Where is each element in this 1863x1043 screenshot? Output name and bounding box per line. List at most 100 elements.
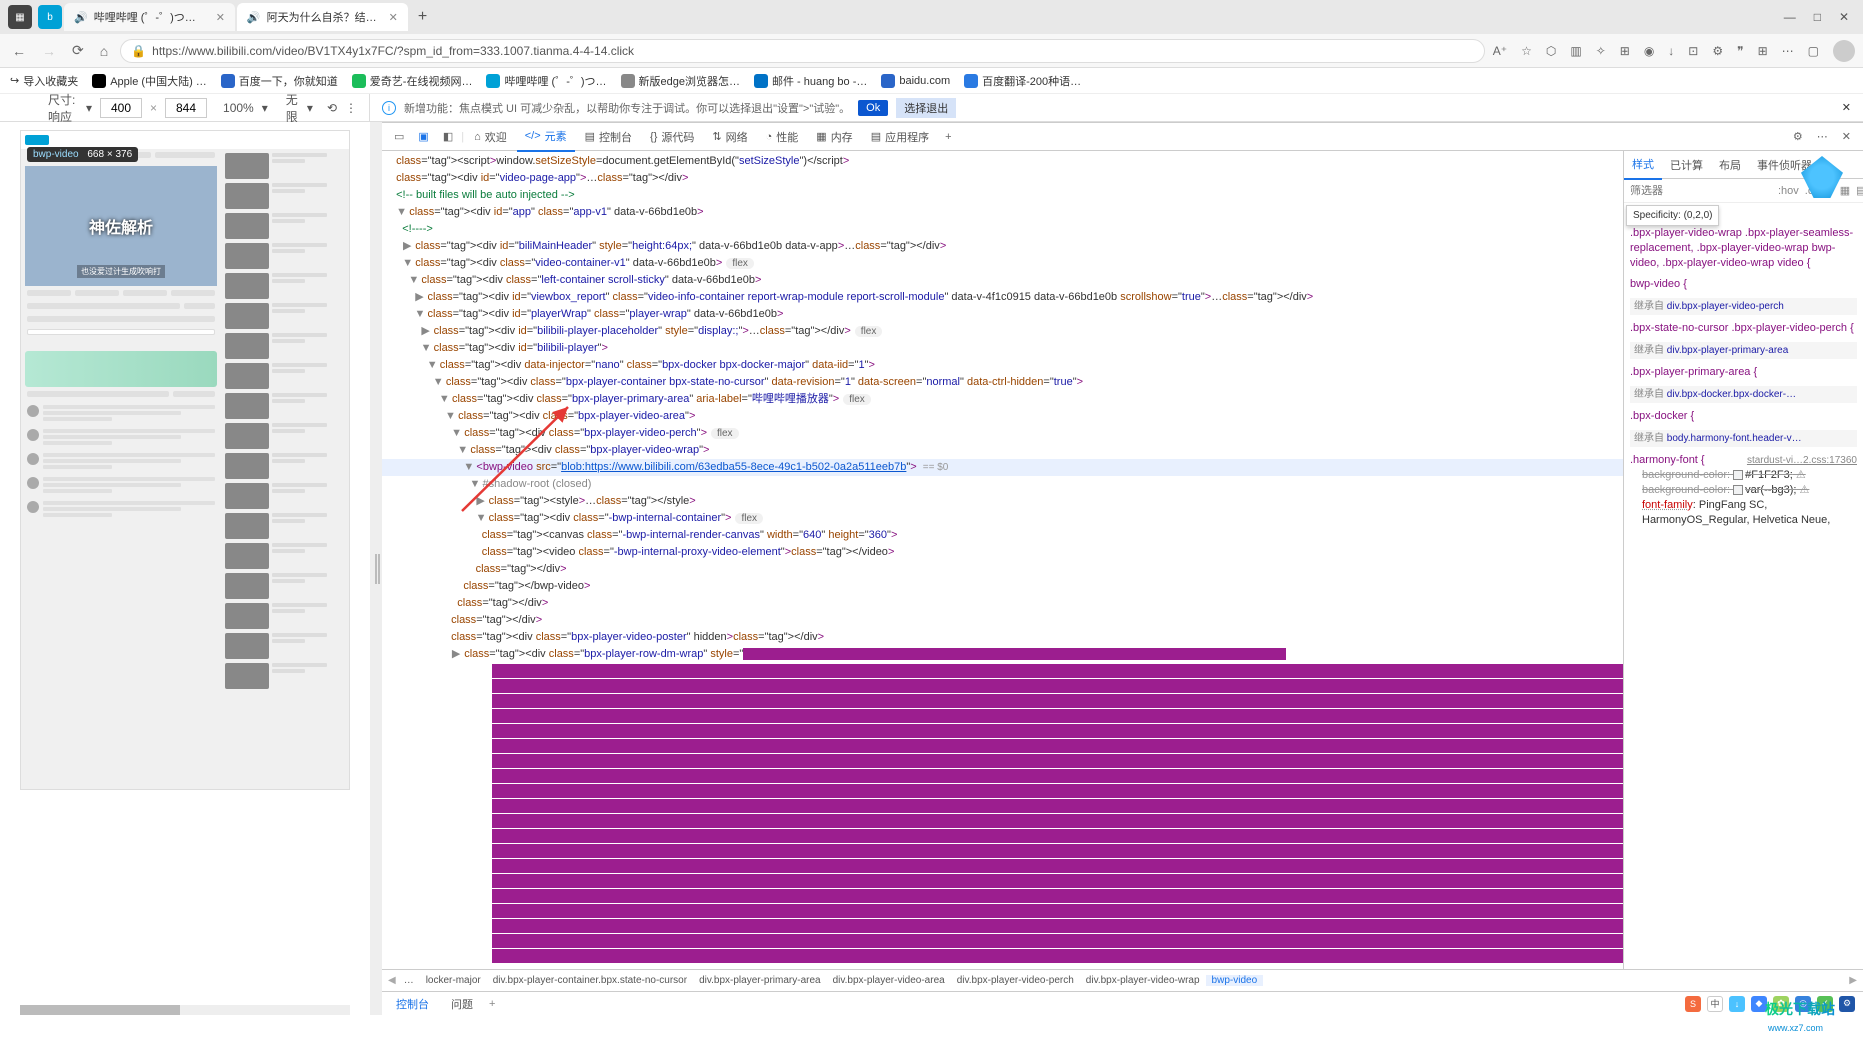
sync-icon[interactable]: ◉ [1644,44,1654,58]
styles-tab[interactable]: 样式 [1624,151,1662,180]
split-icon[interactable]: ▥ [1570,44,1581,58]
bilibili-app-icon[interactable]: b [38,5,62,29]
reco-item[interactable] [225,273,327,299]
browser-tab-active[interactable]: 🔊 阿天为什么自杀？结局你… ✕ [237,3,408,31]
favorite-icon[interactable]: ☆ [1521,44,1532,58]
shield-icon[interactable]: ⬡ [1546,44,1556,58]
elements-tree[interactable]: class="tag"><script>window.setSizeStyle=… [382,151,1623,969]
tree-node[interactable]: <!-- built files will be auto injected -… [382,187,1623,204]
rotate-icon[interactable]: ⟲ [327,101,337,115]
tray-ime-icon[interactable]: 中 [1707,996,1723,1012]
breadcrumb-item[interactable]: div.bpx-player-video-wrap [1080,975,1206,986]
window-maximize[interactable]: □ [1814,10,1821,24]
tab-welcome[interactable]: ⌂欢迎 [466,123,515,151]
home-button[interactable]: ⌂ [96,39,112,63]
breadcrumb-item[interactable]: div.bpx-player-video-area [827,975,951,986]
tree-node[interactable]: ▼ class="tag"><div class="bpx-player-vid… [382,442,1623,459]
reco-item[interactable] [225,333,327,359]
zoom-select[interactable]: 100% [223,101,254,115]
css-rule[interactable]: bwp-video {</span></div><div class="prop… [1630,277,1857,292]
tree-node[interactable]: ▶ class="tag"><style>…class="tag"></styl… [382,493,1623,510]
another-icon[interactable]: ▢ [1808,44,1819,58]
refresh-button[interactable]: ⟳ [68,38,88,63]
collections-icon[interactable]: ✧ [1596,44,1606,58]
reco-item[interactable] [225,153,327,179]
bookmark-item[interactable]: 哔哩哔哩 (゜-゜)つ… [486,73,606,89]
bookmark-item[interactable]: baidu.com [881,74,950,88]
css-rule[interactable]: 继承自 body.harmony-font.header-v… [1630,430,1857,447]
tree-node[interactable]: class="tag"><div class="bpx-player-video… [382,629,1623,646]
breadcrumb-item[interactable]: locker-major [420,975,487,986]
tree-node[interactable]: <!----> [382,221,1623,238]
close-tab-icon[interactable]: ✕ [216,11,225,24]
more-icon[interactable]: ⋯ [1811,126,1834,147]
breadcrumb-item[interactable]: … [398,975,420,986]
styles-rules[interactable]: Specificity: (0,2,0) element.style {.bpx… [1624,203,1863,969]
issues-tab[interactable]: 问题 [445,992,479,1016]
menu-icon[interactable]: ⋯ [1782,44,1794,58]
reco-item[interactable] [225,483,327,509]
reco-item[interactable] [225,393,327,419]
tree-node[interactable]: ▼ class="tag"><div id="app" class="app-v… [382,204,1623,221]
tree-node[interactable]: ▼ class="tag"><div class="left-container… [382,272,1623,289]
tree-node[interactable]: class="tag"></div> [382,595,1623,612]
tree-node[interactable]: ▶ class="tag"><div id="bilibili-player-p… [382,323,1623,340]
bc-right-icon[interactable]: ▶ [1847,975,1859,986]
css-rule[interactable]: 继承自 div.bpx-docker.bpx-docker-… [1630,386,1857,403]
profile-icon[interactable]: ▦ [8,5,32,29]
tray-icon[interactable]: S [1685,996,1701,1012]
bookmark-item[interactable]: 新版edge浏览器怎… [621,73,740,89]
reco-item[interactable] [225,663,327,689]
breadcrumb-item[interactable]: div.bpx-player-container.bpx.state-no-cu… [487,975,693,986]
tab-application[interactable]: ▤应用程序 [863,123,937,151]
extensions-icon[interactable]: ⊞ [1620,44,1630,58]
reco-item[interactable] [225,183,327,209]
preview-scrollbar[interactable] [20,1005,350,1015]
css-rule[interactable]: .bpx-state-no-cursor .bpx-player-video-p… [1630,321,1857,336]
settings-icon[interactable]: ⚙ [1787,126,1809,147]
css-rule[interactable]: .bpx-player-primary-area {</span></div><… [1630,365,1857,380]
breadcrumb-item[interactable]: div.bpx-player-video-perch [951,975,1080,986]
tray-icon[interactable]: ↓ [1729,996,1745,1012]
css-rule[interactable]: .bpx-player-video-wrap .bpx-player-seaml… [1630,226,1857,271]
css-rule[interactable]: 继承自 div.bpx-player-primary-area [1630,342,1857,359]
tree-node[interactable]: class="tag"></div> [382,561,1623,578]
tree-node[interactable]: ▼ #shadow-root (closed) [382,476,1623,493]
hov-toggle[interactable]: :hov [1778,185,1799,197]
computed-tab[interactable]: 已计算 [1662,151,1711,179]
opt-out-button[interactable]: 选择退出 [896,98,956,118]
tree-node[interactable]: class="tag"><script>window.setSizeStyle=… [382,153,1623,170]
add-tab-icon[interactable]: + [939,127,957,147]
reco-item[interactable] [225,513,327,539]
add-drawer-tab-icon[interactable]: + [489,998,495,1010]
tab-console[interactable]: ▤控制台 [577,123,640,151]
read-aloud-icon[interactable]: A⁺ [1493,44,1507,58]
tree-node[interactable]: ▶ class="tag"><div class="bpx-player-row… [382,646,1623,663]
dropdown-icon[interactable]: ▾ [86,101,92,115]
gift-icon[interactable]: ❞ [1737,44,1743,58]
import-bookmarks[interactable]: ↪导入收藏夹 [10,73,78,89]
tree-node[interactable]: ▼ class="tag"><div class="bpx-player-vid… [382,408,1623,425]
dock-icon[interactable]: ◧ [437,126,459,147]
tray-icon[interactable]: ⚙ [1839,996,1855,1012]
tree-node[interactable]: ▶ class="tag"><div id="viewbox_report" c… [382,289,1623,306]
reco-item[interactable] [225,573,327,599]
url-input[interactable]: 🔒 https://www.bilibili.com/video/BV1TX4y… [120,39,1485,63]
inspect-icon[interactable]: ▭ [388,126,410,147]
throttle-select[interactable]: 无限 [286,91,299,125]
tab-performance[interactable]: ◔性能 [758,123,807,151]
puzzle-icon[interactable]: ⊡ [1688,44,1698,58]
paint-icon[interactable]: ▦ [1840,184,1850,197]
css-rule[interactable]: .bpx-docker {</span></div><div class="pr… [1630,409,1857,424]
ok-button[interactable]: Ok [858,100,888,116]
tab-memory[interactable]: ▦内存 [808,123,860,151]
downloads-icon[interactable]: ↓ [1668,44,1674,58]
tree-node[interactable]: ▼ class="tag"><div class="bpx-player-con… [382,374,1623,391]
tree-node[interactable]: ▼ class="tag"><div class="bpx-player-pri… [382,391,1623,408]
tree-node[interactable]: class="tag"></div> [382,612,1623,629]
tree-node[interactable]: ▼ class="tag"><div id="playerWrap" class… [382,306,1623,323]
reco-item[interactable] [225,363,327,389]
breadcrumb-item[interactable]: bwp-video [1206,975,1264,986]
bookmark-item[interactable]: 百度翻译-200种语… [964,73,1081,89]
height-input[interactable] [165,98,207,118]
